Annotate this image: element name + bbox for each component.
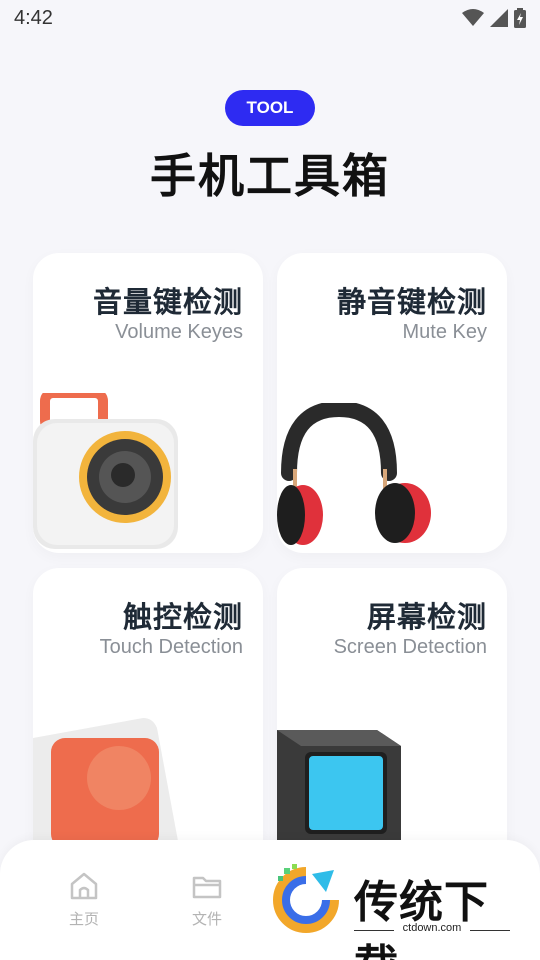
page-title: 手机工具箱 [150,149,390,203]
battery-icon [514,8,526,28]
tool-badge: TOOL [225,90,315,126]
speaker-icon [33,393,178,549]
headphones-icon [277,403,431,545]
card-subtitle: Screen Detection [333,636,487,658]
nav-item-label: 文件 [191,911,222,928]
status-time: 4:42 [14,6,53,29]
card-screen-detection[interactable]: 屏幕检测 Screen Detection [277,568,507,868]
watermark-divider [470,930,510,931]
folder-icon [192,876,222,899]
nav-item-files[interactable]: 文件 [172,870,242,929]
nav-item-home[interactable]: 主页 [49,870,119,929]
nav-item-label: 主页 [68,911,99,928]
card-volume-keys[interactable]: 音量键检测 Volume Keyes [33,253,263,553]
card-subtitle: Touch Detection [99,636,243,658]
card-title: 屏幕检测 [366,600,487,634]
bottom-nav: 主页 文件 传统下载 ctdown.com [0,840,540,960]
watermark-logo: 传统下载 ctdown.com [268,862,518,960]
watermark-emblem-icon [273,864,339,933]
card-subtitle: Volume Keyes [115,321,243,343]
card-touch-detection[interactable]: 触控检测 Touch Detection [33,568,263,868]
status-icons [462,8,526,28]
card-subtitle: Mute Key [402,321,487,343]
card-mute-key[interactable]: 静音键检测 Mute Key [277,253,507,553]
signal-icon [490,9,508,27]
wifi-icon [462,9,484,26]
card-title: 静音键检测 [336,285,487,319]
watermark-text: 传统下载 [354,877,489,960]
home-icon [70,872,98,900]
card-title: 触控检测 [122,600,243,634]
card-title: 音量键检测 [92,285,243,319]
status-bar: 4:42 [0,0,540,36]
watermark-url: ctdown.com [402,922,462,934]
